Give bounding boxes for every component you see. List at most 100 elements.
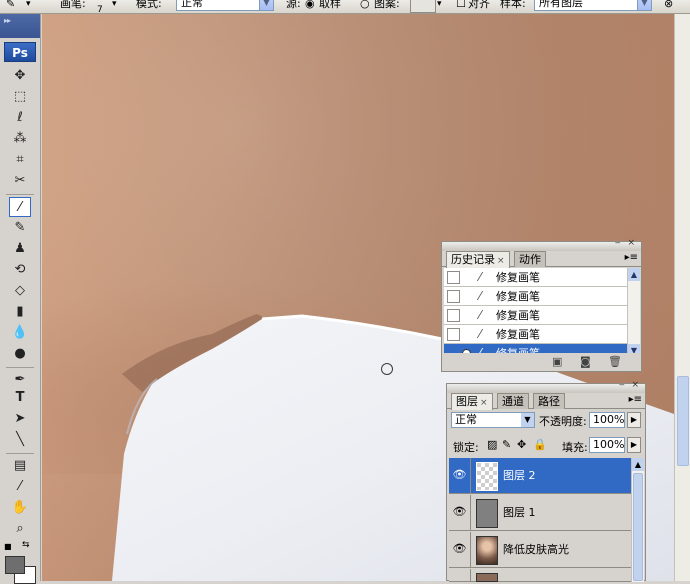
- eyedropper-icon[interactable]: ⁄: [9, 477, 31, 497]
- mode-select[interactable]: 正常 ▼: [176, 0, 274, 11]
- panel-menu-icon[interactable]: ▸≡: [625, 252, 638, 263]
- history-item[interactable]: ⁄ 修复画笔: [444, 306, 628, 325]
- blend-mode-select[interactable]: 正常 ▼: [451, 412, 535, 428]
- dodge-icon[interactable]: ●: [9, 344, 31, 364]
- history-scrollbar[interactable]: ▲ ▼: [627, 268, 640, 359]
- hand-icon[interactable]: ✋: [9, 498, 31, 518]
- close-icon[interactable]: ×: [497, 256, 505, 266]
- panel-window-controls[interactable]: ‒ ×: [615, 238, 637, 248]
- gradient-icon[interactable]: ▮: [9, 302, 31, 322]
- close-icon[interactable]: ×: [480, 398, 488, 408]
- sampled-radio[interactable]: ◉: [305, 0, 315, 12]
- tab-channels[interactable]: 通道: [497, 393, 529, 409]
- canvas-vertical-scrollbar[interactable]: [674, 14, 690, 581]
- healing-brush-tool-preset-icon[interactable]: ✎: [6, 0, 15, 12]
- marquee-icon[interactable]: ⬚: [9, 87, 31, 107]
- healing-brush-icon[interactable]: ⁄: [9, 197, 31, 217]
- tab-history[interactable]: 历史记录 ×: [446, 251, 510, 268]
- layer-row-selected[interactable]: 👁 图层 2: [449, 458, 632, 494]
- history-item[interactable]: ⁄ 修复画笔: [444, 268, 628, 287]
- history-item-label: 修复画笔: [496, 309, 540, 322]
- slice-icon[interactable]: ✂: [9, 171, 31, 191]
- fill-slider-button[interactable]: ▶: [627, 437, 641, 453]
- ignore-adjustment-layers-icon[interactable]: ⊗: [664, 0, 673, 12]
- snapshot-source-checkbox[interactable]: [447, 271, 460, 284]
- layer-row[interactable]: 👁 降低皮肤高光: [449, 532, 632, 568]
- history-item[interactable]: ⁄ 修复画笔: [444, 287, 628, 306]
- lock-transparency-icon[interactable]: ▨: [487, 438, 497, 451]
- eraser-icon[interactable]: ◇: [9, 281, 31, 301]
- new-snapshot-icon[interactable]: ◙: [580, 355, 591, 368]
- fill-input[interactable]: 100%: [589, 437, 625, 453]
- layers-panel-titlebar[interactable]: ‒ ×: [447, 380, 645, 393]
- zoom-icon[interactable]: ⌕: [9, 519, 31, 539]
- aligned-label: 对齐: [468, 0, 490, 10]
- scrollbar-thumb[interactable]: [677, 376, 689, 466]
- brush-picker-dropdown-icon[interactable]: ▾: [112, 0, 117, 12]
- scroll-up-icon[interactable]: ▲: [628, 268, 640, 281]
- pattern-radio[interactable]: ○: [360, 0, 370, 12]
- eye-icon[interactable]: 👁: [449, 495, 471, 531]
- scrollbar-thumb[interactable]: [633, 473, 643, 581]
- pattern-swatch[interactable]: [410, 0, 436, 13]
- pattern-picker-dropdown-icon[interactable]: ▾: [437, 0, 442, 12]
- healing-brush-icon: ⁄: [478, 308, 481, 322]
- line-icon[interactable]: ╲: [9, 430, 31, 450]
- history-panel: ‒ × 历史记录 × 动作 ▸≡ ⁄ 修复画笔 ⁄ 修复画笔 ⁄ 修复画笔 ⁄ 修复画笔 …: [441, 238, 642, 372]
- default-colors-icon[interactable]: ■: [4, 542, 12, 551]
- layer-thumbnail-transparent: [476, 462, 498, 491]
- clone-stamp-icon[interactable]: ♟: [9, 239, 31, 259]
- aligned-checkbox[interactable]: ☐: [456, 0, 466, 12]
- lasso-icon[interactable]: ℓ: [9, 108, 31, 128]
- chevron-down-icon: ▼: [521, 413, 534, 427]
- tab-layers[interactable]: 图层 ×: [451, 393, 493, 410]
- tab-layers-label: 图层: [456, 395, 478, 408]
- brush-size-value[interactable]: 7: [97, 2, 103, 13]
- scroll-up-icon[interactable]: ▲: [632, 458, 644, 471]
- layer-row[interactable]: [449, 569, 632, 582]
- opacity-input[interactable]: 100%: [589, 412, 625, 428]
- pen-icon[interactable]: ✒: [9, 370, 31, 390]
- layers-scrollbar[interactable]: ▲: [631, 458, 644, 582]
- move-icon[interactable]: ✥: [9, 66, 31, 86]
- blur-icon[interactable]: 💧: [9, 323, 31, 343]
- notes-icon[interactable]: ▤: [9, 456, 31, 476]
- healing-brush-icon: ⁄: [478, 289, 481, 303]
- type-icon[interactable]: T: [9, 388, 31, 408]
- foreground-color-swatch[interactable]: [5, 556, 25, 574]
- eye-icon[interactable]: [449, 569, 471, 582]
- snapshot-source-checkbox[interactable]: [447, 309, 460, 322]
- brush-icon[interactable]: ✎: [9, 218, 31, 238]
- eye-icon[interactable]: 👁: [449, 532, 471, 568]
- healing-brush-icon: ⁄: [478, 327, 481, 341]
- panel-menu-icon[interactable]: ▸≡: [629, 394, 642, 405]
- panel-window-controls[interactable]: ‒ ×: [619, 380, 641, 390]
- chevron-down-icon: ▼: [259, 0, 273, 10]
- opacity-slider-button[interactable]: ▶: [627, 412, 641, 428]
- snapshot-source-checkbox[interactable]: [447, 290, 460, 303]
- opacity-value: 100%: [593, 413, 625, 426]
- snapshot-source-checkbox[interactable]: [447, 328, 460, 341]
- toolbox-grip[interactable]: ▸▸: [0, 14, 40, 38]
- fill-value: 100%: [593, 438, 625, 451]
- magic-wand-icon[interactable]: ⁂: [9, 129, 31, 149]
- history-brush-icon[interactable]: ⟲: [9, 260, 31, 280]
- tab-actions[interactable]: 动作: [514, 251, 546, 267]
- history-panel-titlebar[interactable]: ‒ ×: [442, 238, 641, 251]
- history-item-label: 修复画笔: [496, 271, 540, 284]
- tool-preset-dropdown-icon[interactable]: ▾: [26, 0, 31, 12]
- photoshop-logo[interactable]: Ps: [4, 42, 36, 62]
- crop-icon[interactable]: ⌗: [9, 150, 31, 170]
- lock-pixels-icon[interactable]: ✎: [502, 438, 511, 451]
- new-document-from-state-icon[interactable]: ▣: [552, 355, 562, 368]
- lock-all-icon[interactable]: 🔒: [533, 438, 547, 451]
- lock-position-icon[interactable]: ✥: [517, 438, 526, 451]
- trash-icon[interactable]: 🗑: [608, 355, 622, 368]
- path-selection-icon[interactable]: ➤: [9, 409, 31, 429]
- history-item[interactable]: ⁄ 修复画笔: [444, 325, 628, 344]
- tab-paths[interactable]: 路径: [533, 393, 565, 409]
- eye-icon[interactable]: 👁: [449, 458, 471, 494]
- sample-select[interactable]: 所有图层 ▼: [534, 0, 652, 11]
- swap-colors-icon[interactable]: ⇆: [22, 540, 30, 550]
- layer-row[interactable]: 👁 图层 1: [449, 495, 632, 531]
